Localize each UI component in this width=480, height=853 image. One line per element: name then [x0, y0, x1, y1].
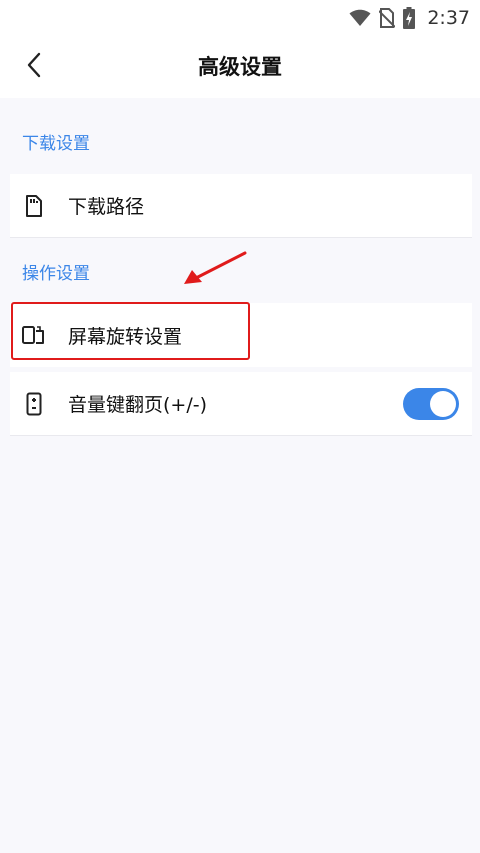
- no-sim-icon: [379, 8, 396, 28]
- chevron-left-icon: [26, 52, 42, 82]
- page-title: 高级设置: [198, 55, 282, 79]
- toggle-knob: [430, 391, 456, 417]
- volume-key-icon: [22, 392, 46, 416]
- volume-key-toggle[interactable]: [403, 388, 459, 420]
- status-bar: 2:37: [0, 0, 480, 36]
- wifi-icon: [349, 9, 371, 27]
- app-header: 高级设置: [0, 36, 480, 98]
- settings-item-label: 下载路径: [68, 196, 145, 218]
- battery-charging-icon: [403, 7, 416, 29]
- section-title-download: 下载设置: [22, 134, 90, 154]
- settings-item-screen-rotation[interactable]: 屏幕旋转设置: [10, 303, 472, 367]
- sd-card-icon: [22, 194, 46, 218]
- settings-item-label: 音量键翻页(+/-): [68, 394, 208, 416]
- status-time: 2:37: [427, 7, 470, 29]
- section-title-operation: 操作设置: [22, 264, 90, 284]
- settings-item-label: 屏幕旋转设置: [68, 325, 183, 348]
- settings-item-volume-key-paging[interactable]: 音量键翻页(+/-): [10, 372, 472, 436]
- screen-rotation-icon: [22, 323, 46, 347]
- annotation-arrow: [184, 251, 247, 284]
- settings-item-download-path[interactable]: 下载路径: [10, 174, 472, 238]
- back-button[interactable]: [16, 49, 52, 85]
